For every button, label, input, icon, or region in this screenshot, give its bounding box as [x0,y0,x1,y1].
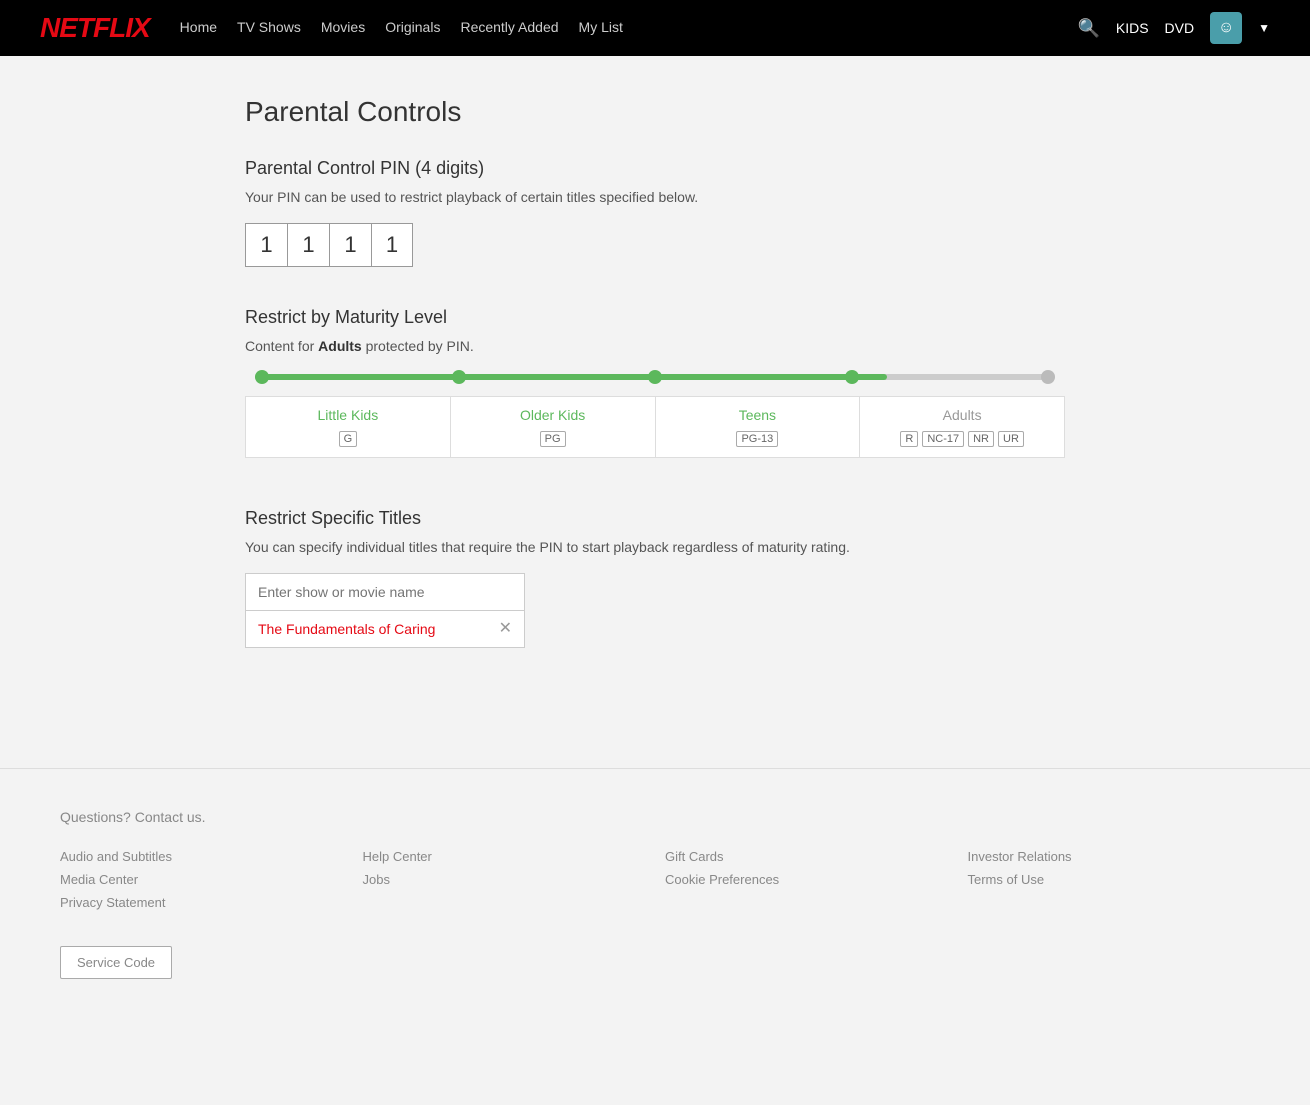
pin-digit-2[interactable] [287,223,329,267]
pin-section-heading: Parental Control PIN (4 digits) [245,158,1065,179]
maturity-col-teens: Teens PG-13 [655,396,860,458]
nav-tv-shows[interactable]: TV Shows [237,19,301,37]
footer-link-privacy-statement[interactable]: Privacy Statement [60,895,343,910]
slider-dot-3[interactable] [648,370,662,384]
teens-badges: PG-13 [662,431,854,447]
nav-home[interactable]: Home [180,19,217,37]
pin-section: Parental Control PIN (4 digits) Your PIN… [245,158,1065,267]
adults-label: Adults [866,407,1058,423]
service-code-button[interactable]: Service Code [60,946,172,979]
little-kids-label: Little Kids [252,407,444,423]
slider-track [255,374,1055,380]
footer-link-audio-subtitles[interactable]: Audio and Subtitles [60,849,343,864]
header: NETFLIX Home TV Shows Movies Originals R… [0,0,1310,56]
pin-digit-3[interactable] [329,223,371,267]
nav-links: Home TV Shows Movies Originals Recently … [180,19,1078,37]
older-kids-badges: PG [457,431,649,447]
header-right: 🔍 KIDS DVD ☺ ▼ [1077,12,1270,44]
kids-link[interactable]: KIDS [1116,20,1149,36]
nav-originals[interactable]: Originals [385,19,440,37]
older-kids-label: Older Kids [457,407,649,423]
rating-nr: NR [968,431,994,447]
remove-title-button[interactable]: ✕ [499,621,512,637]
rating-pg13: PG-13 [736,431,778,447]
pin-section-desc: Your PIN can be used to restrict playbac… [245,189,1065,205]
page-title: Parental Controls [245,96,1065,128]
pin-digit-4[interactable] [371,223,413,267]
slider-dot-4[interactable] [845,370,859,384]
pin-container [245,223,1065,267]
restrict-titles-heading: Restrict Specific Titles [245,508,1065,529]
footer-link-cookie-preferences[interactable]: Cookie Preferences [665,872,948,887]
account-dropdown-arrow[interactable]: ▼ [1258,21,1270,35]
little-kids-badges: G [252,431,444,447]
adults-badges: R NC-17 NR UR [866,431,1058,447]
nav-recently-added[interactable]: Recently Added [460,19,558,37]
teens-label: Teens [662,407,854,423]
restrict-section: Restrict Specific Titles You can specify… [245,508,1065,648]
footer-link-terms-of-use[interactable]: Terms of Use [968,872,1251,887]
footer-link-media-center[interactable]: Media Center [60,872,343,887]
slider-dot-2[interactable] [452,370,466,384]
maturity-labels: Little Kids G Older Kids PG Teens PG-13 … [245,396,1065,458]
maturity-col-little-kids: Little Kids G [245,396,450,458]
netflix-logo[interactable]: NETFLIX [40,12,150,44]
footer-links-grid: Audio and Subtitles Help Center Gift Car… [60,849,1250,910]
search-icon[interactable]: 🔍 [1077,18,1099,39]
nav-movies[interactable]: Movies [321,19,365,37]
rating-g: G [339,431,358,447]
footer: Questions? Contact us. Audio and Subtitl… [0,768,1310,1009]
footer-contact: Questions? Contact us. [60,809,1250,825]
restricted-title-row: The Fundamentals of Caring ✕ [245,611,525,648]
avatar-button[interactable]: ☺ [1210,12,1242,44]
maturity-slider[interactable] [245,374,1065,380]
footer-link-investor-relations[interactable]: Investor Relations [968,849,1251,864]
slider-dots [255,370,1055,384]
maturity-col-older-kids: Older Kids PG [450,396,655,458]
slider-dot-1[interactable] [255,370,269,384]
nav-my-list[interactable]: My List [579,19,623,37]
maturity-section-heading: Restrict by Maturity Level [245,307,1065,328]
restrict-titles-desc: You can specify individual titles that r… [245,539,1065,555]
footer-link-gift-cards[interactable]: Gift Cards [665,849,948,864]
slider-dot-5[interactable] [1041,370,1055,384]
main-content: Parental Controls Parental Control PIN (… [225,56,1085,748]
dvd-link[interactable]: DVD [1165,20,1195,36]
maturity-section: Restrict by Maturity Level Content for A… [245,307,1065,458]
maturity-desc: Content for Adults protected by PIN. [245,338,1065,354]
maturity-col-adults: Adults R NC-17 NR UR [859,396,1065,458]
avatar-icon: ☺ [1218,19,1234,37]
rating-ur: UR [998,431,1024,447]
footer-link-help-center[interactable]: Help Center [363,849,646,864]
rating-pg: PG [540,431,566,447]
footer-link-jobs[interactable]: Jobs [363,872,646,887]
rating-nc17: NC-17 [922,431,964,447]
rating-r: R [900,431,918,447]
pin-digit-1[interactable] [245,223,287,267]
restricted-title-text: The Fundamentals of Caring [258,621,499,637]
title-search-input[interactable] [245,573,525,611]
